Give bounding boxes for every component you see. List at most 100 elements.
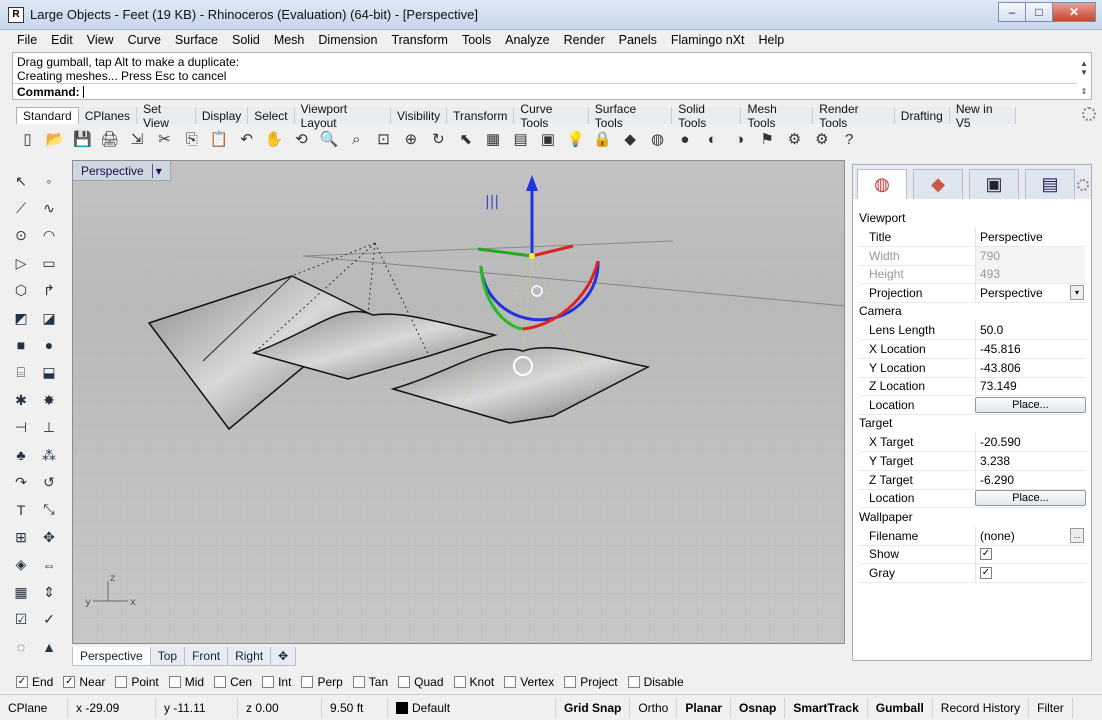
- osnap-checkbox[interactable]: [214, 676, 227, 688]
- osnap-perp[interactable]: Perp: [301, 675, 343, 689]
- flag-icon[interactable]: ⚑: [756, 128, 779, 151]
- warning-icon[interactable]: ▲: [38, 636, 60, 658]
- boolean-icon[interactable]: ✱: [10, 389, 32, 411]
- print-icon[interactable]: 🖨: [98, 128, 121, 151]
- drag-icon[interactable]: ✥: [38, 526, 60, 548]
- menu-curve[interactable]: Curve: [121, 33, 168, 47]
- gumball-icon[interactable]: ⊞: [10, 526, 32, 548]
- menu-dimension[interactable]: Dimension: [311, 33, 384, 47]
- properties-icon[interactable]: ▣: [536, 128, 559, 151]
- layer-indicator[interactable]: Default: [388, 697, 556, 718]
- triangle-icon[interactable]: ▷: [10, 252, 32, 274]
- menu-solid[interactable]: Solid: [225, 33, 267, 47]
- property-value-x-target[interactable]: -20.590: [975, 433, 1085, 452]
- osnap-int[interactable]: Int: [262, 675, 291, 689]
- checkbox-show[interactable]: ✓: [980, 548, 992, 561]
- rotate-view-icon[interactable]: ⟲: [290, 128, 313, 151]
- tab-select[interactable]: Select: [248, 107, 295, 124]
- osnap-checkbox[interactable]: [168, 676, 181, 688]
- osnap-checkbox[interactable]: [262, 676, 275, 688]
- status-ortho[interactable]: Ortho: [630, 697, 678, 718]
- sphere-icon[interactable]: ●: [38, 334, 60, 356]
- dimension-icon[interactable]: ⇔: [38, 554, 60, 576]
- loft-icon[interactable]: ◪: [38, 307, 60, 329]
- status-record-history[interactable]: Record History: [933, 697, 1030, 718]
- osnap-checkbox[interactable]: ✓: [63, 676, 76, 688]
- command-line[interactable]: Command:: [13, 83, 1077, 100]
- tab-mesh-tools[interactable]: Mesh Tools: [741, 102, 814, 130]
- select-icon[interactable]: ⬉: [454, 128, 477, 151]
- fillet-icon[interactable]: ↱: [38, 280, 60, 302]
- menu-help[interactable]: Help: [752, 33, 792, 47]
- group-icon[interactable]: ♣: [10, 444, 32, 466]
- import-icon[interactable]: ⇲: [126, 128, 149, 151]
- layers-tab-icon[interactable]: ◆: [913, 169, 963, 199]
- menu-analyze[interactable]: Analyze: [498, 33, 556, 47]
- projection-dropdown-icon[interactable]: ▾: [1070, 284, 1084, 300]
- viewport-tab-perspective[interactable]: Perspective: [72, 647, 151, 666]
- osnap-mid[interactable]: Mid: [168, 675, 204, 689]
- lock-icon[interactable]: 🔒: [591, 128, 614, 151]
- toolbar-gear-icon[interactable]: [1082, 107, 1096, 121]
- trim-icon[interactable]: ⊣: [10, 417, 32, 439]
- osnap-checkbox[interactable]: [627, 676, 640, 688]
- place-button[interactable]: Place...: [975, 396, 1086, 413]
- tab-solid-tools[interactable]: Solid Tools: [672, 102, 742, 130]
- render-sphere-icon[interactable]: ●: [673, 128, 696, 151]
- scroll-up-icon[interactable]: ▲: [1080, 59, 1088, 68]
- save-icon[interactable]: 💾: [71, 128, 94, 151]
- zoom-icon[interactable]: 🔍: [317, 128, 340, 151]
- menu-render[interactable]: Render: [557, 33, 612, 47]
- menu-transform[interactable]: Transform: [384, 33, 455, 47]
- minimize-button[interactable]: –: [998, 2, 1026, 22]
- osnap-vertex[interactable]: Vertex: [504, 675, 554, 689]
- osnap-cen[interactable]: Cen: [214, 675, 252, 689]
- command-spinner[interactable]: ⇕: [1077, 83, 1091, 100]
- viewport-tab-right[interactable]: Right: [227, 647, 272, 666]
- menu-mesh[interactable]: Mesh: [267, 33, 312, 47]
- maximize-button[interactable]: □: [1025, 2, 1053, 22]
- tab-drafting[interactable]: Drafting: [894, 107, 950, 124]
- zoom-window-icon[interactable]: ⌕: [345, 128, 368, 151]
- menu-edit[interactable]: Edit: [44, 33, 80, 47]
- osnap-checkbox[interactable]: [352, 676, 365, 688]
- rhino-app-icon[interactable]: R: [8, 6, 24, 23]
- arc-icon[interactable]: ◠: [38, 225, 60, 247]
- explode-icon[interactable]: ✸: [38, 389, 60, 411]
- array-icon[interactable]: ⁂: [38, 444, 60, 466]
- gumball-origin[interactable]: [529, 253, 535, 259]
- viewport-title-text[interactable]: Perspective: [81, 164, 144, 178]
- menu-flamingo[interactable]: Flamingo nXt: [664, 33, 752, 47]
- scroll-down-icon[interactable]: ▼: [1080, 68, 1088, 77]
- tab-curve-tools[interactable]: Curve Tools: [514, 102, 589, 130]
- split-icon[interactable]: ⊥: [38, 417, 60, 439]
- browse-button[interactable]: ...: [1070, 527, 1084, 543]
- viewport-tab-top[interactable]: Top: [149, 647, 186, 666]
- osnap-knot[interactable]: Knot: [453, 675, 494, 689]
- help-icon[interactable]: ?: [838, 128, 861, 151]
- open-icon[interactable]: 📂: [43, 128, 66, 151]
- history-scrollbar[interactable]: ▲ ▼: [1077, 55, 1091, 81]
- osnap-point[interactable]: Point: [115, 675, 159, 689]
- property-value-x-location[interactable]: -45.816: [975, 340, 1085, 358]
- scale-icon[interactable]: ⤡: [38, 499, 60, 521]
- viewport-title[interactable]: Perspective ▾: [73, 161, 171, 181]
- options2-icon[interactable]: ⚙: [810, 128, 833, 151]
- new-icon[interactable]: ▯: [16, 128, 39, 151]
- rotate-icon[interactable]: ↻: [427, 128, 450, 151]
- property-value-projection[interactable]: Perspective: [975, 283, 1085, 302]
- color-wheel-icon[interactable]: ◍: [646, 128, 669, 151]
- copy-icon[interactable]: ⎘: [180, 128, 203, 151]
- tab-viewport-layout[interactable]: Viewport Layout: [294, 102, 392, 130]
- box-icon[interactable]: ■: [10, 334, 32, 356]
- perspective-viewport[interactable]: x y z ||| Perspective ▾: [72, 160, 845, 644]
- cplane-label[interactable]: CPlane: [0, 697, 68, 718]
- circle-icon[interactable]: ⊙: [10, 225, 32, 247]
- rectangle-icon[interactable]: ▭: [38, 252, 60, 274]
- status-smarttrack[interactable]: SmartTrack: [785, 697, 868, 718]
- paste-icon[interactable]: 📋: [208, 128, 231, 151]
- status-osnap[interactable]: Osnap: [731, 697, 786, 718]
- tab-render-tools[interactable]: Render Tools: [813, 102, 895, 130]
- new-viewport-tab-icon[interactable]: ✥: [270, 647, 297, 666]
- viewport-dropdown-icon[interactable]: ▾: [151, 163, 162, 178]
